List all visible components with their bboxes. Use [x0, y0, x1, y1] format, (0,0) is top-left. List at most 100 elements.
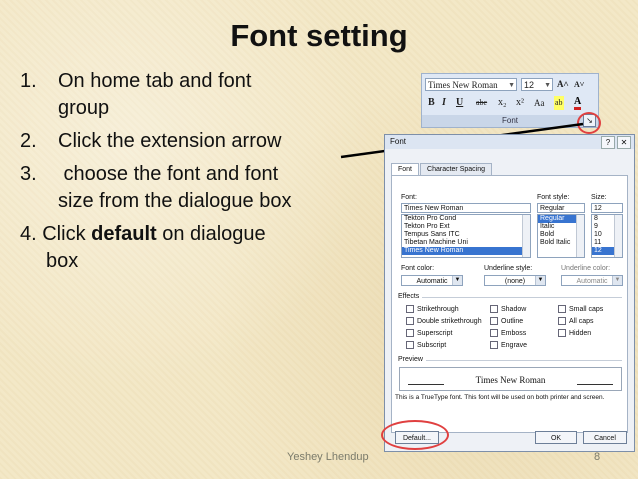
font-size-input[interactable]: 12 — [591, 203, 623, 213]
checkbox-icon[interactable] — [490, 317, 498, 326]
checkbox-icon[interactable] — [490, 329, 498, 338]
font-style-list[interactable]: Regular Italic Bold Bold Italic — [537, 214, 585, 258]
list-item[interactable]: Tempus Sans ITC — [402, 231, 530, 239]
superscript-icon[interactable]: x² — [516, 96, 524, 110]
bullet-2: 2. Click the extension arrow — [20, 128, 360, 155]
font-color-label: Font color: — [401, 265, 435, 272]
font-color-icon[interactable]: A — [574, 96, 582, 110]
size-label: Size: — [591, 194, 607, 201]
underline-color-select[interactable]: Automatic ▼ — [561, 275, 623, 286]
strikethrough-checkbox[interactable]: Strikethrough — [406, 305, 459, 314]
font-size-list[interactable]: 8 9 10 11 12 — [591, 214, 623, 258]
bullet-text: On home tab and font — [58, 70, 252, 92]
double-strikethrough-checkbox[interactable]: Double strikethrough — [406, 317, 482, 326]
strikethrough-icon[interactable]: abe — [476, 96, 487, 110]
effects-divider — [422, 297, 622, 298]
bullet-number: 3. — [20, 163, 37, 185]
checkbox-label: Subscript — [417, 342, 447, 349]
preview-box: Times New Roman — [399, 367, 622, 391]
help-icon[interactable]: ? — [601, 136, 615, 149]
list-item[interactable]: Tekton Pro Ext — [402, 223, 530, 231]
checkbox-icon[interactable] — [558, 317, 566, 326]
checkbox-icon[interactable] — [558, 305, 566, 314]
change-case-icon[interactable]: Aa — [534, 96, 545, 110]
checkbox-icon[interactable] — [406, 317, 414, 326]
underline-style-label: Underline style: — [484, 265, 533, 272]
subscript-checkbox[interactable]: Subscript — [406, 341, 446, 350]
checkbox-icon[interactable] — [558, 329, 566, 338]
size-list-scrollbar[interactable] — [614, 215, 622, 257]
bullet-text-continued: group — [58, 97, 110, 119]
underline-style-select[interactable]: (none) ▼ — [484, 275, 546, 286]
checkbox-icon[interactable] — [490, 305, 498, 314]
all-caps-checkbox[interactable]: All caps — [558, 317, 594, 326]
checkbox-icon[interactable] — [490, 341, 498, 350]
hidden-checkbox[interactable]: Hidden — [558, 329, 591, 338]
bullet-3: 3. choose the font and font size from th… — [20, 161, 360, 215]
shadow-checkbox[interactable]: Shadow — [490, 305, 526, 314]
subscript-icon[interactable]: x₂ — [498, 96, 507, 110]
ribbon-font-name-box[interactable]: Times New Roman ▼ — [425, 78, 517, 91]
ribbon-font-size: 12 — [524, 80, 535, 90]
outline-checkbox[interactable]: Outline — [490, 317, 523, 326]
checkbox-label: Strikethrough — [417, 306, 459, 313]
chevron-down-icon[interactable]: ▼ — [535, 276, 545, 285]
italic-icon[interactable]: I — [442, 96, 446, 110]
page-number: 8 — [594, 451, 601, 463]
font-name-input[interactable]: Times New Roman — [401, 203, 531, 213]
bold-icon[interactable]: B — [428, 96, 435, 110]
bullet-1: 1. On home tab and font group — [20, 68, 360, 122]
ribbon-font-group: Times New Roman ▼ 12 ▼ A˄ A˅ B I U abe x₂ … — [421, 73, 599, 128]
font-label: Font: — [401, 194, 417, 201]
font-list-scrollbar[interactable] — [522, 215, 530, 257]
underline-style-value: (none) — [504, 278, 526, 285]
slide-title: Font setting — [230, 18, 408, 53]
checkbox-label: Outline — [501, 318, 524, 325]
checkbox-label: Emboss — [501, 330, 527, 337]
highlight-icon[interactable]: ab — [554, 96, 564, 110]
effects-label: Effects — [398, 293, 420, 300]
close-icon[interactable]: ✕ — [617, 136, 631, 149]
ribbon-font-size-box[interactable]: 12 ▼ — [521, 78, 553, 91]
chevron-down-icon[interactable]: ▼ — [452, 276, 462, 285]
chevron-down-icon[interactable]: ▼ — [508, 79, 515, 92]
emboss-checkbox[interactable]: Emboss — [490, 329, 526, 338]
underline-icon[interactable]: U — [456, 96, 463, 110]
grow-font-icon[interactable]: A˄ — [557, 78, 569, 91]
slide: Font setting 1. On home tab and font grou… — [0, 0, 638, 479]
cancel-button[interactable]: Cancel — [583, 431, 627, 444]
checkbox-label: Shadow — [501, 306, 527, 313]
checkbox-icon[interactable] — [406, 341, 414, 350]
bullet-bold-text: default — [91, 223, 157, 245]
chevron-down-icon[interactable]: ▼ — [544, 79, 551, 92]
checkbox-label: Small caps — [569, 306, 604, 313]
font-color-select[interactable]: Automatic ▼ — [401, 275, 463, 286]
font-color-value: Automatic — [416, 278, 448, 285]
list-item[interactable]: Tibetan Machine Uni — [402, 239, 530, 247]
superscript-checkbox[interactable]: Superscript — [406, 329, 452, 338]
preview-divider — [426, 360, 622, 361]
checkbox-icon[interactable] — [406, 329, 414, 338]
footer-author: Yeshey Lhendup — [287, 451, 369, 463]
font-style-input[interactable]: Regular — [537, 203, 585, 213]
font-name-list[interactable]: Tekton Pro Cond Tekton Pro Ext Tempus Sa… — [401, 214, 531, 258]
checkbox-label: Hidden — [569, 330, 592, 337]
list-item[interactable]: Tekton Pro Cond — [402, 215, 530, 223]
font-dialog: Font ? ✕ Font Character Spacing Font: Ti… — [384, 134, 635, 452]
checkbox-icon[interactable] — [406, 305, 414, 314]
small-caps-checkbox[interactable]: Small caps — [558, 305, 603, 314]
list-item-selected[interactable]: Times New Roman — [402, 247, 530, 255]
dialog-title: Font — [385, 135, 634, 149]
dialog-tabs: Font Character Spacing — [391, 163, 493, 176]
bullet-number: 2. — [20, 130, 37, 152]
bullet-text: 4. Click — [20, 223, 92, 245]
chevron-down-icon[interactable]: ▼ — [612, 276, 622, 285]
engrave-checkbox[interactable]: Engrave — [490, 341, 527, 350]
bullet-number: 1. — [20, 70, 37, 92]
default-button-highlight-ring — [381, 420, 449, 450]
bullet-list: 1. On home tab and font group 2. Click the… — [20, 68, 360, 281]
style-list-scrollbar[interactable] — [576, 215, 584, 257]
ok-button[interactable]: OK — [535, 431, 577, 444]
shrink-font-icon[interactable]: A˅ — [574, 78, 584, 91]
ribbon-font-name: Times New Roman — [428, 80, 498, 90]
